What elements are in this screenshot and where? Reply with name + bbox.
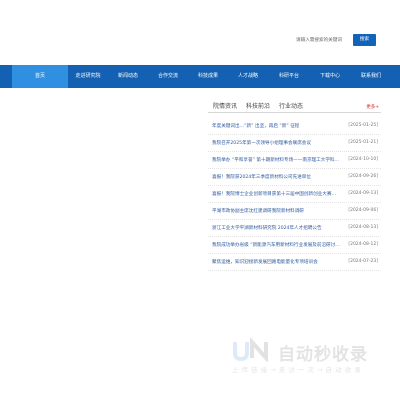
list-item[interactable]: 聚焦运维，知识迎接新发展回路电能量化专项培训会 [2024-07-23] <box>208 254 381 271</box>
nav-item-home[interactable]: 首页 <box>12 65 68 88</box>
more-link[interactable]: 更多+ <box>366 104 379 110</box>
nav-item-downloads[interactable]: 下载中心 <box>310 65 350 88</box>
tab-institute-news[interactable]: 院情资讯 <box>213 101 237 113</box>
nav-item-about[interactable]: 走进研究院 <box>68 65 108 88</box>
news-panel: 院情资讯 科技前沿 行业动态 更多+ 年度关键词出…“新” 出坚，再启 “新” … <box>208 101 381 271</box>
nav-item-achievements[interactable]: 科技成果 <box>188 65 228 88</box>
nav-item-contact[interactable]: 联系我们 <box>350 65 392 88</box>
news-date: [2024-08-12] <box>348 242 378 247</box>
nav-item-news[interactable]: 新闻动态 <box>108 65 148 88</box>
list-item[interactable]: 我院举办 “平和享誉” 第十期新材料专场——南京理工大学科技成果在… [2024-… <box>208 152 381 169</box>
news-title[interactable]: 喜报！我院获2024年三季度新材料公司先进单位 <box>212 174 340 180</box>
nav-item-talent[interactable]: 人才战略 <box>228 65 268 88</box>
news-date: [2024-09-26] <box>348 174 378 179</box>
list-item[interactable]: 我院召开2025年第一次领导小组理事会联席会议 [2025-01-21] <box>208 135 381 152</box>
news-date: [2024-09-06] <box>348 208 378 213</box>
news-title[interactable]: 浙江工业大学平湖新材料研究院 2024年人才招聘公告 <box>212 225 340 231</box>
watermark: 自动秒收录 上 传 链 接 → 来 访 一 次 → 自 动 收 录 <box>232 338 387 380</box>
main-nav: 首页 走进研究院 新闻动态 合作交流 科技成果 人才战略 科研平台 下载中心 联… <box>0 65 400 88</box>
news-date: [2024-09-13] <box>348 191 378 196</box>
news-date: [2024-10-10] <box>348 157 378 162</box>
news-title[interactable]: 聚焦运维，知识迎接新发展回路电能量化专项培训会 <box>212 259 340 265</box>
watermark-subtitle: 上 传 链 接 → 来 访 一 次 → 自 动 收 录 <box>232 366 362 374</box>
list-item[interactable]: 喜报！我院获2024年三季度新材料公司先进单位 [2024-09-26] <box>208 169 381 186</box>
news-date: [2024-07-23] <box>348 259 378 264</box>
news-tabs: 院情资讯 科技前沿 行业动态 更多+ <box>208 101 381 113</box>
list-item[interactable]: 平湖市政协副主席沈红建调研我院新材料调研 [2024-09-06] <box>208 203 381 220</box>
watermark-logo-icon <box>233 338 268 362</box>
tab-industry-news[interactable]: 行业动态 <box>279 101 303 113</box>
news-date: [2025-01-25] <box>348 123 378 128</box>
news-title[interactable]: 喜报！我院博士企业创新项目获第十三届中国创新创业大赛（浙江… <box>212 191 340 197</box>
search-input[interactable] <box>292 33 352 47</box>
news-title[interactable]: 我院举办 “平和享誉” 第十期新材料专场——南京理工大学科技成果在… <box>212 157 340 163</box>
news-list: 年度关键词出…“新” 出坚，再启 “新” 征程 [2025-01-25] 我院召开… <box>208 118 381 271</box>
news-title[interactable]: 平湖市政协副主席沈红建调研我院新材料调研 <box>212 208 340 214</box>
page: 搜索 首页 走进研究院 新闻动态 合作交流 科技成果 人才战略 科研平台 下载中… <box>0 0 400 400</box>
news-title[interactable]: 我院成功举办省级 “新能源汽车用新材料行业发展及前沿研讨会” 活… <box>212 242 340 248</box>
tab-tech-frontier[interactable]: 科技前沿 <box>246 101 270 113</box>
search-button[interactable]: 搜索 <box>353 34 376 46</box>
nav-item-cooperation[interactable]: 合作交流 <box>148 65 188 88</box>
search-bar: 搜索 <box>292 33 376 47</box>
news-title[interactable]: 我院召开2025年第一次领导小组理事会联席会议 <box>212 140 340 146</box>
list-item[interactable]: 喜报！我院博士企业创新项目获第十三届中国创新创业大赛（浙江… [2024-09-1… <box>208 186 381 203</box>
list-item[interactable]: 浙江工业大学平湖新材料研究院 2024年人才招聘公告 [2024-08-13] <box>208 220 381 237</box>
news-date: [2025-01-21] <box>348 140 378 145</box>
list-item[interactable]: 年度关键词出…“新” 出坚，再启 “新” 征程 [2025-01-25] <box>208 118 381 135</box>
watermark-title: 自动秒收录 <box>278 345 368 365</box>
list-item[interactable]: 我院成功举办省级 “新能源汽车用新材料行业发展及前沿研讨会” 活… [2024-0… <box>208 237 381 254</box>
news-date: [2024-08-13] <box>348 225 378 230</box>
nav-item-platform[interactable]: 科研平台 <box>268 65 310 88</box>
news-title[interactable]: 年度关键词出…“新” 出坚，再启 “新” 征程 <box>212 123 340 129</box>
